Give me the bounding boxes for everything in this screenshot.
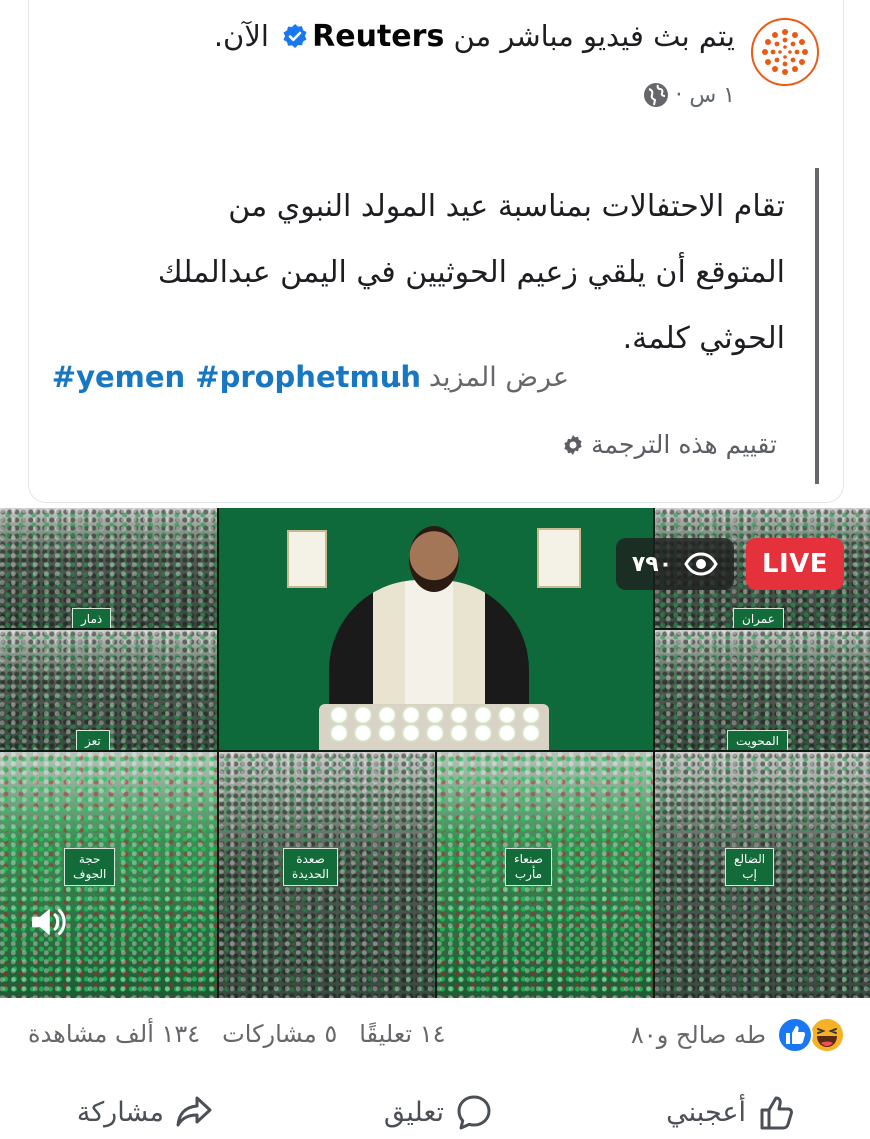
video-tile-dhamar: ذمار — [0, 508, 217, 628]
rate-translation-link[interactable]: تقييم هذه الترجمة — [561, 430, 777, 459]
video-tile-taiz: تعز — [0, 630, 217, 750]
header-prefix: يتم بث فيديو مباشر من — [453, 19, 735, 53]
share-button[interactable]: مشاركة — [77, 1092, 214, 1132]
hashtag-links[interactable]: #yemen #prophetmuh — [52, 360, 421, 394]
podium-flowers — [327, 706, 543, 742]
eye-icon — [684, 552, 718, 576]
comment-label: تعليق — [383, 1096, 444, 1128]
region-label-hajjah-jawf: حجة الجوف — [64, 848, 116, 886]
stat-counts: ١٤ تعليقًا ٥ مشاركات ١٣٤ ألف مشاهدة — [28, 1020, 446, 1048]
speaker-head — [409, 526, 459, 592]
timestamp[interactable]: ١ س · — [675, 83, 735, 108]
comment-button[interactable]: تعليق — [384, 1092, 494, 1132]
viewer-count: ٧٩٠ — [631, 551, 673, 577]
video-tile-saada-hodeidah: صعدة الحديدة — [219, 752, 435, 998]
reactions-summary[interactable]: طه صالح و٨٠ — [631, 1016, 846, 1054]
video-tile-mahwit: المحويت — [655, 630, 870, 750]
verified-badge-icon — [283, 24, 307, 48]
video-tile-speaker — [219, 508, 653, 750]
video-tile-hajjah-jawf: حجة الجوف — [0, 752, 217, 998]
viewer-count-pill: ٧٩٠ — [616, 538, 734, 590]
region-label-saada-hodeidah: صعدة الحديدة — [283, 848, 338, 886]
live-badge: LIVE — [746, 538, 844, 590]
region-label-sanaa-marib: صنعاء مأرب — [505, 848, 552, 886]
region-label-amran: عمران — [733, 608, 784, 628]
like-label: أعجبني — [666, 1096, 746, 1128]
like-button[interactable]: أعجبني — [666, 1092, 796, 1132]
wall-frame — [537, 528, 581, 588]
sound-toggle-button[interactable] — [22, 896, 74, 948]
post-card: يتم بث فيديو مباشر من Reuters الآن. ١ س … — [28, 0, 844, 503]
post-body: تقام الاحتفالات بمناسبة عيد المولد النبو… — [52, 168, 819, 484]
like-reaction-icon — [777, 1017, 813, 1053]
rate-translation-label: تقييم هذه الترجمة — [591, 430, 777, 459]
views-count: ١٣٤ ألف مشاهدة — [28, 1020, 201, 1048]
region-label-taiz: تعز — [76, 730, 110, 750]
share-label: مشاركة — [76, 1096, 164, 1128]
speaker-icon — [32, 908, 66, 936]
globe-icon — [644, 83, 669, 107]
live-video-player[interactable]: ذمار تعز حجة الجوف صعدة الحديدة صنعاء مأ… — [0, 508, 870, 998]
post-meta: ١ س · — [643, 82, 735, 108]
reuters-logo-icon — [762, 29, 808, 75]
page-name-link[interactable]: Reuters — [312, 19, 444, 54]
gear-icon — [564, 434, 582, 455]
region-label-dhamar: ذمار — [72, 608, 112, 628]
thumbs-up-icon — [760, 1096, 793, 1130]
page-avatar[interactable] — [751, 18, 819, 86]
video-tile-dhale-ibb: الضالع إب — [655, 752, 870, 998]
post-text: تقام الاحتفالات بمناسبة عيد المولد النبو… — [157, 189, 785, 356]
post-actions: أعجبني تعليق مشاركة — [0, 1092, 870, 1139]
engagement-stats: طه صالح و٨٠ ١٤ تعليقًا ٥ مشاركات ١٣٤ ألف… — [0, 1008, 870, 1064]
reactors-text: طه صالح و٨٠ — [630, 1021, 766, 1049]
share-icon — [176, 1096, 212, 1127]
region-label-dhale-ibb: الضالع إب — [725, 848, 775, 886]
comment-icon — [457, 1095, 491, 1130]
region-label-mahwit: المحويت — [727, 730, 788, 750]
comments-count[interactable]: ١٤ تعليقًا — [359, 1020, 445, 1048]
wall-frame — [287, 530, 327, 588]
header-suffix: الآن. — [213, 19, 269, 53]
post-header: يتم بث فيديو مباشر من Reuters الآن. — [135, 16, 735, 57]
shares-count[interactable]: ٥ مشاركات — [222, 1020, 337, 1048]
video-tile-sanaa-marib: صنعاء مأرب — [437, 752, 653, 998]
